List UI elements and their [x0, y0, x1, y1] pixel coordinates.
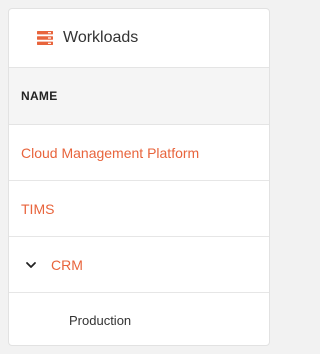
server-stack-icon	[37, 31, 53, 45]
workload-child-label-production: Production	[69, 313, 132, 328]
panel-header: Workloads	[9, 9, 269, 68]
workloads-panel: Workloads NAME Cloud Management Platform…	[8, 8, 270, 346]
workload-child-row[interactable]: Production	[9, 293, 269, 345]
workload-row[interactable]: Cloud Management Platform	[9, 125, 269, 181]
workload-link-crm[interactable]: CRM	[51, 257, 83, 273]
workload-row[interactable]: TIMS	[9, 181, 269, 237]
column-header-name[interactable]: NAME	[9, 68, 269, 125]
workload-link-cloud-management-platform[interactable]: Cloud Management Platform	[21, 145, 199, 161]
workload-link-tims[interactable]: TIMS	[21, 201, 54, 217]
panel-title: Workloads	[63, 29, 139, 46]
column-header-label: NAME	[21, 89, 58, 103]
chevron-down-icon[interactable]	[25, 259, 37, 271]
workload-row[interactable]: CRM	[9, 237, 269, 293]
